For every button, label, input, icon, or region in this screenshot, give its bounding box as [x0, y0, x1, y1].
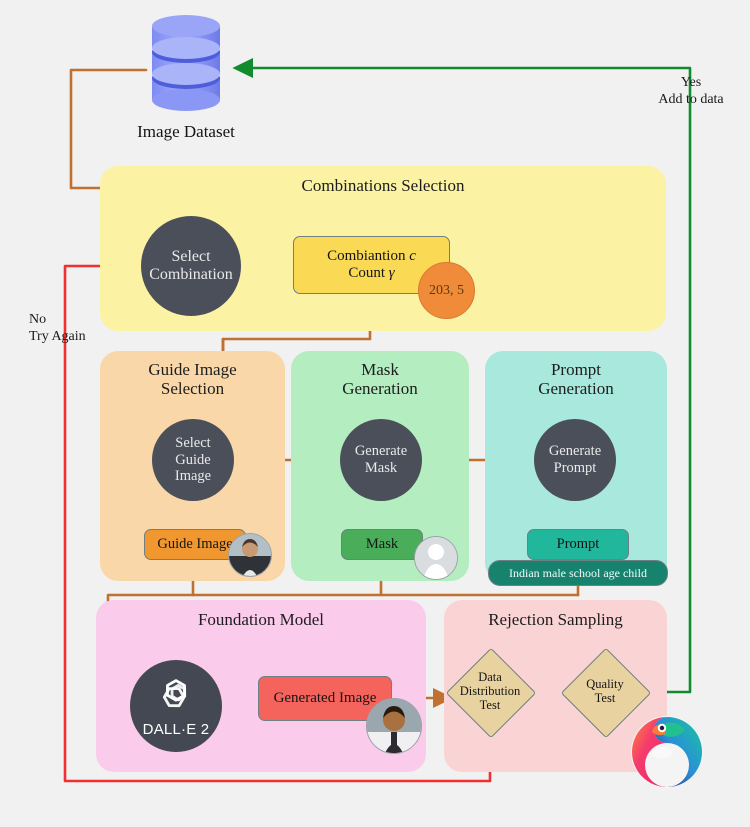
panel-guide-title-line1: Guide Image	[148, 360, 237, 379]
process-select-guide-lines: Select Guide Image	[175, 435, 211, 485]
panel-prompt-title-line2: Generation	[538, 379, 614, 399]
panel-prompt-title: Prompt Generation	[485, 360, 667, 398]
qt-line2: Test	[594, 691, 616, 705]
panel-mask-title: Mask Generation	[291, 360, 469, 398]
process-select-guide-line1: Select	[175, 435, 211, 452]
panel-mask-title-line1: Mask	[361, 360, 399, 379]
decision-data-distribution-test-label: Data Distribution Test	[444, 661, 536, 723]
panel-combinations-title: Combinations Selection	[301, 176, 465, 195]
panel-rejection-title: Rejection Sampling	[488, 610, 623, 629]
guide-image-photo-thumbnail	[228, 533, 272, 577]
edge-label-yes: Yes	[680, 75, 702, 90]
process-select-combination[interactable]: Select Combination	[141, 216, 241, 316]
combination-symbol: c	[409, 247, 416, 264]
combination-word: Combiantion	[327, 247, 406, 264]
process-generate-mask-line2: Mask	[364, 460, 398, 476]
panel-prompt-title-line1: Prompt	[550, 360, 602, 379]
prompt-text-pill: Indian male school age child	[488, 560, 668, 586]
process-generate-prompt-lines: Generate Prompt	[549, 443, 601, 476]
panel-mask-title-line2: Generation	[342, 379, 418, 399]
ddt-lines: Data Distribution Test	[460, 671, 520, 712]
ddt-line1: Data	[478, 670, 502, 685]
process-generate-prompt-line1: Generate	[548, 443, 602, 460]
count-symbol: γ	[388, 265, 395, 281]
process-dalle2-model[interactable]: DALL·E 2	[130, 660, 222, 752]
ddt-line2: Distribution	[459, 684, 521, 699]
process-select-combination-label: Select Combination	[149, 247, 233, 283]
box-combination-line2: Count γ	[348, 265, 394, 282]
panel-foundation-title: Foundation Model	[197, 610, 325, 629]
mask-silhouette-thumbnail	[414, 536, 458, 580]
image-dataset-label: Image Dataset	[137, 122, 235, 141]
ddt-line3: Test	[479, 697, 501, 712]
panel-guide-title-line2: Selection	[160, 379, 225, 399]
process-generate-prompt[interactable]: Generate Prompt	[534, 419, 616, 501]
dalle2-label: DALL·E 2	[142, 720, 210, 738]
qt-line1: Quality	[586, 677, 624, 692]
openai-logo-icon	[154, 674, 198, 719]
edge-label-try-again: Try Again	[29, 329, 86, 345]
edge-label-yes-add-to-data: Yes Add to data	[636, 74, 746, 108]
edge-label-no: No	[29, 312, 47, 327]
chameleon-logo-icon	[629, 714, 705, 790]
process-generate-mask-lines: Generate Mask	[355, 443, 407, 476]
count-word: Count	[348, 265, 385, 281]
process-select-guide-line2: Guide	[175, 451, 211, 468]
box-mask: Mask	[341, 529, 423, 560]
badge-combination-count-values: 203, 5	[418, 262, 475, 319]
diagram-canvas: Image Dataset No Try Again Yes Add to da…	[0, 0, 750, 827]
edge-label-no-try-again: No Try Again	[29, 311, 109, 345]
process-generate-mask-line1: Generate	[354, 443, 408, 460]
edge-label-add-to-data: Add to data	[658, 92, 724, 108]
process-generate-prompt-line2: Prompt	[553, 460, 597, 476]
qt-lines: Quality Test	[586, 677, 624, 706]
box-combination-line1: Combiantion c	[327, 248, 416, 265]
process-generate-mask[interactable]: Generate Mask	[340, 419, 422, 501]
process-select-guide-line3: Image	[174, 468, 212, 485]
database-cylinder-icon	[148, 12, 224, 114]
box-prompt: Prompt	[527, 529, 629, 560]
panel-guide-title: Guide Image Selection	[100, 360, 285, 398]
generated-image-photo-thumbnail	[366, 698, 422, 754]
process-select-guide-image[interactable]: Select Guide Image	[152, 419, 234, 501]
